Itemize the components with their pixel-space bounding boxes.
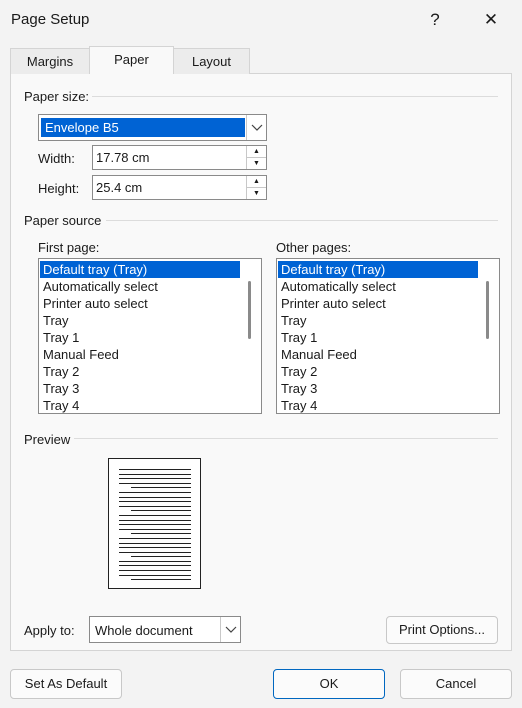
apply-to-dropdown[interactable]: Whole document: [89, 616, 241, 643]
spin-up-icon[interactable]: ▲: [247, 176, 266, 188]
close-button[interactable]: ✕: [471, 6, 511, 34]
preview-line: [119, 524, 191, 526]
list-item[interactable]: Tray 1: [278, 329, 478, 346]
preview-line: [119, 514, 191, 516]
preview-line: [119, 551, 191, 553]
preview-line: [119, 528, 191, 530]
list-item[interactable]: Default tray (Tray): [278, 261, 478, 278]
set-as-default-button[interactable]: Set As Default: [10, 669, 122, 699]
chevron-down-icon[interactable]: [220, 617, 240, 642]
preview-line: [119, 519, 191, 521]
list-item[interactable]: Tray: [278, 312, 478, 329]
preview-line: [131, 556, 191, 558]
height-spinner[interactable]: ▲ ▼: [246, 176, 266, 199]
preview-line: [119, 491, 191, 493]
divider: [106, 220, 498, 221]
spin-up-icon[interactable]: ▲: [247, 146, 266, 158]
tab-paper[interactable]: Paper: [89, 46, 174, 74]
scrollbar-thumb[interactable]: [486, 281, 489, 339]
list-item[interactable]: Tray 1: [40, 329, 240, 346]
preview-line: [119, 469, 191, 470]
apply-to-value: Whole document: [95, 623, 193, 638]
preview-line: [119, 478, 191, 480]
list-item[interactable]: Tray 3: [40, 380, 240, 397]
preview-line: [131, 510, 191, 512]
preview-line: [131, 533, 191, 535]
paper-size-selected: Envelope B5: [41, 118, 245, 137]
tab-layout[interactable]: Layout: [173, 48, 250, 74]
width-value[interactable]: 17.78 cm: [96, 150, 149, 165]
apply-to-label: Apply to:: [24, 623, 75, 638]
list-item[interactable]: Tray 2: [278, 363, 478, 380]
list-item[interactable]: Printer auto select: [278, 295, 478, 312]
first-page-label: First page:: [38, 240, 100, 255]
first-page-list[interactable]: Default tray (Tray) Automatically select P…: [38, 258, 262, 414]
preview-page: [108, 458, 201, 589]
preview-line: [131, 487, 191, 489]
preview-line: [119, 574, 191, 576]
divider: [92, 96, 498, 97]
preview-label: Preview: [24, 432, 71, 447]
cancel-button[interactable]: Cancel: [400, 669, 512, 699]
ok-button[interactable]: OK: [273, 669, 385, 699]
help-icon: ?: [430, 10, 440, 29]
width-field[interactable]: 17.78 cm ▲ ▼: [92, 145, 267, 170]
list-item[interactable]: Tray 2: [40, 363, 240, 380]
other-pages-list[interactable]: Default tray (Tray) Automatically select P…: [276, 258, 500, 414]
paper-source-label: Paper source: [24, 213, 102, 228]
list-item[interactable]: Default tray (Tray): [40, 261, 240, 278]
spin-down-icon[interactable]: ▼: [247, 188, 266, 200]
tab-margins[interactable]: Margins: [10, 48, 90, 74]
width-spinner[interactable]: ▲ ▼: [246, 146, 266, 169]
list-item[interactable]: Manual Feed: [40, 346, 240, 363]
other-pages-label: Other pages:: [276, 240, 352, 255]
list-item[interactable]: Printer auto select: [40, 295, 240, 312]
preview-line: [119, 542, 191, 544]
width-label: Width:: [38, 151, 75, 166]
list-item[interactable]: Automatically select: [40, 278, 240, 295]
list-item[interactable]: Tray 3: [278, 380, 478, 397]
height-label: Height:: [38, 181, 80, 196]
window-title: Page Setup: [11, 11, 90, 28]
preview-line: [119, 482, 191, 484]
preview-line: [119, 505, 191, 507]
paper-size-label: Paper size:: [24, 89, 90, 104]
divider: [74, 438, 498, 439]
scrollbar-thumb[interactable]: [248, 281, 251, 339]
paper-size-dropdown[interactable]: Envelope B5: [38, 114, 267, 141]
list-item[interactable]: Automatically select: [278, 278, 478, 295]
preview-line: [119, 501, 191, 503]
preview-line: [131, 579, 191, 581]
chevron-down-icon[interactable]: [246, 115, 266, 140]
help-button[interactable]: ?: [415, 6, 455, 34]
preview-line: [119, 547, 191, 549]
height-field[interactable]: 25.4 cm ▲ ▼: [92, 175, 267, 200]
preview-line: [119, 560, 191, 562]
preview-text-lines: [119, 469, 191, 584]
preview-line: [119, 473, 191, 475]
preview-line: [119, 496, 191, 498]
height-value[interactable]: 25.4 cm: [96, 180, 142, 195]
list-item[interactable]: Tray 4: [40, 397, 240, 413]
list-item[interactable]: Tray 4: [278, 397, 478, 413]
preview-line: [119, 537, 191, 539]
close-icon: ✕: [483, 10, 499, 29]
print-options-button[interactable]: Print Options...: [386, 616, 498, 644]
spin-down-icon[interactable]: ▼: [247, 158, 266, 170]
preview-line: [119, 570, 191, 572]
list-item[interactable]: Manual Feed: [278, 346, 478, 363]
preview-line: [119, 565, 191, 567]
list-item[interactable]: Tray: [40, 312, 240, 329]
